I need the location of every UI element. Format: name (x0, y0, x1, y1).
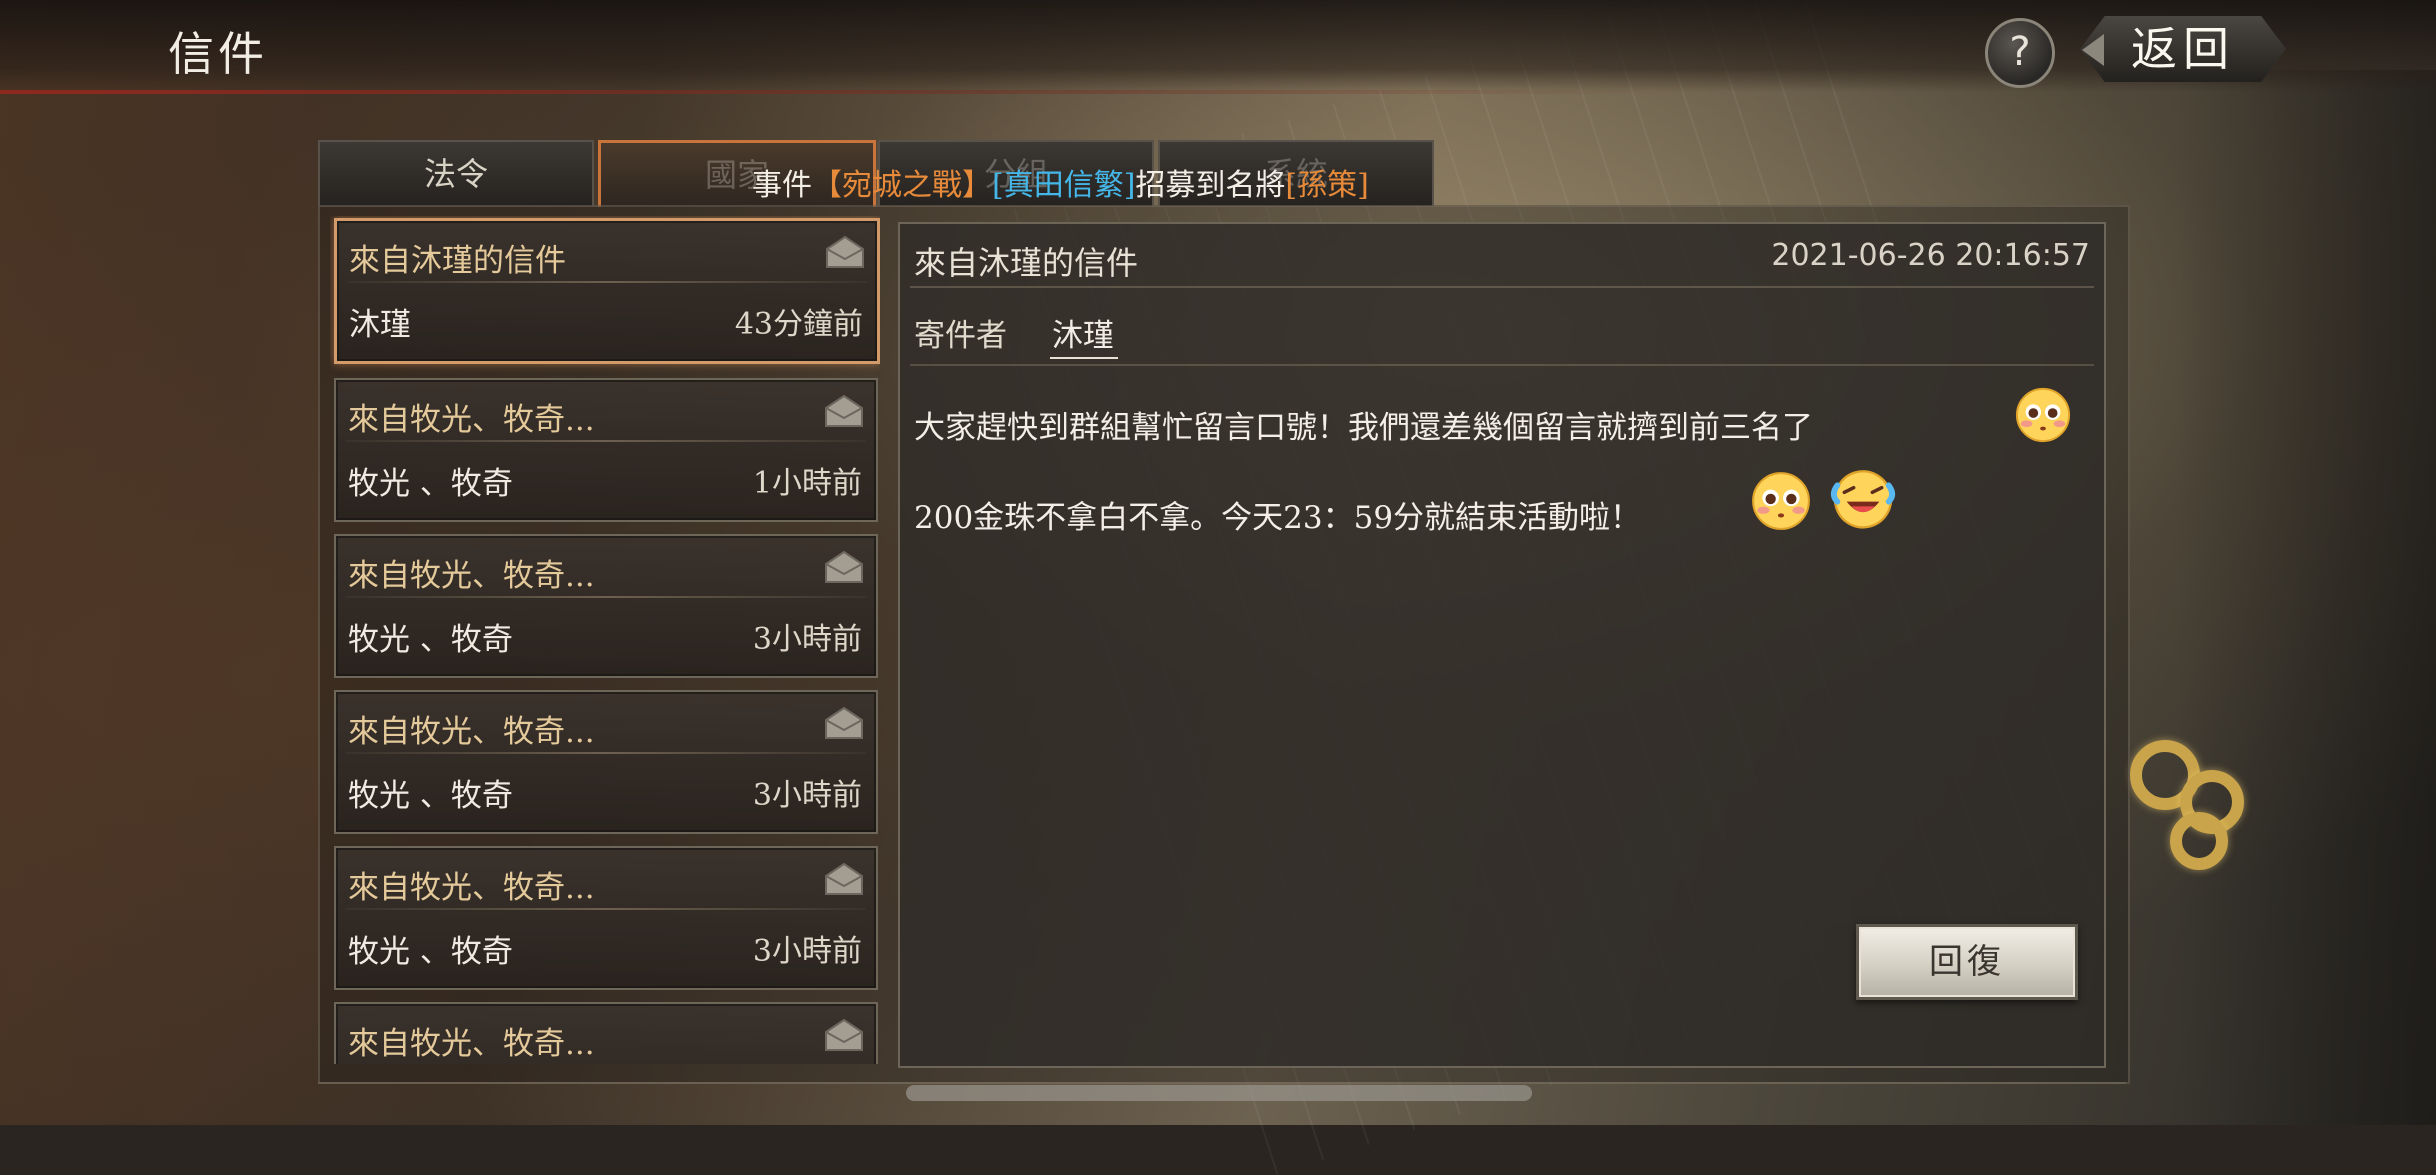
back-arrow-icon (2082, 34, 2104, 66)
envelope-icon (825, 550, 863, 583)
envelope-icon (825, 1018, 863, 1051)
background-shade (2176, 70, 2436, 1125)
mail-sender: 沐瑾 (349, 307, 411, 343)
detail-divider (910, 286, 2094, 288)
mail-sender: 牧光 、牧奇 (348, 778, 513, 814)
tab-decrees[interactable]: 法令 (318, 140, 594, 206)
mail-item[interactable]: 來自牧光、牧奇... 牧光 、牧奇 3小時前 (334, 846, 878, 990)
laughing-emoji-icon (1830, 470, 1896, 529)
back-button[interactable]: 返回 (2080, 16, 2286, 82)
mail-title: 來自牧光、牧奇... (348, 402, 595, 438)
mail-title: 來自牧光、牧奇... (348, 714, 595, 750)
mail-detail: 來自沐瑾的信件 2021-06-26 20:16:57 寄件者 沐瑾 大家趕快到… (898, 222, 2106, 1068)
mail-item[interactable]: 來自牧光、牧奇... 牧光 、牧奇 3小時前 (334, 534, 878, 678)
message-line: 200金珠不拿白不拿。今天23：59分就結束活動啦！ (914, 500, 1642, 536)
sender-label: 寄件者 (914, 318, 1007, 354)
mail-item[interactable]: 來自沐瑾的信件 沐瑾 43分鐘前 (334, 218, 880, 364)
message-line: 大家趕快到群組幫忙留言口號！我們還差幾個留言就擠到前三名了 (914, 410, 1813, 446)
reply-button[interactable]: 回復 (1856, 924, 2078, 1000)
ticker-action: 招募到名將 (1135, 168, 1286, 203)
top-bar (0, 0, 2436, 92)
mail-divider (346, 596, 866, 598)
mail-time: 1小時前 (752, 466, 862, 501)
mail-time: 3小時前 (752, 934, 862, 969)
mail-sender: 牧光 、牧奇 (348, 622, 513, 658)
blush-emoji-icon (2015, 387, 2071, 443)
ticker-event: 【宛城之戰】 (812, 168, 992, 203)
mail-item[interactable]: 來自牧光、牧奇... (334, 1002, 878, 1064)
help-icon: ? (2009, 29, 2031, 75)
mail-item[interactable]: 來自牧光、牧奇... 牧光 、牧奇 1小時前 (334, 378, 878, 522)
decor-coin (2170, 812, 2228, 870)
envelope-icon (825, 862, 863, 895)
announcement-ticker: 事件【宛城之戰】[真田信繁]招募到名將[孫策] (752, 160, 1369, 204)
sender-name-link[interactable]: 沐瑾 (1050, 310, 1118, 359)
mail-title: 來自牧光、牧奇... (348, 870, 595, 906)
mail-time: 3小時前 (752, 622, 862, 657)
envelope-icon (826, 235, 864, 268)
page-title: 信件 (168, 27, 268, 81)
mail-sender: 牧光 、牧奇 (348, 466, 513, 502)
mail-divider (346, 440, 866, 442)
top-bar-divider (0, 90, 2436, 94)
mail-list[interactable]: 來自沐瑾的信件 沐瑾 43分鐘前 來自牧光、牧奇... 牧光 、牧奇 1小時前 … (330, 216, 880, 1064)
mail-item[interactable]: 來自牧光、牧奇... 牧光 、牧奇 3小時前 (334, 690, 878, 834)
mail-sender: 牧光 、牧奇 (348, 934, 513, 970)
help-button[interactable]: ? (1985, 18, 2055, 88)
horizontal-scrollbar[interactable] (906, 1085, 1532, 1101)
envelope-icon (825, 706, 863, 739)
panel-bottom-divider (318, 1082, 2126, 1084)
mail-time: 3小時前 (752, 778, 862, 813)
mail-title: 來自牧光、牧奇... (348, 1026, 595, 1062)
mail-divider (346, 752, 866, 754)
mail-divider (347, 281, 867, 283)
detail-timestamp: 2021-06-26 20:16:57 (1771, 238, 2090, 273)
ticker-player: [真田信繁] (992, 168, 1136, 203)
detail-divider (910, 364, 2094, 366)
detail-title: 來自沐瑾的信件 (914, 244, 1139, 282)
mail-title: 來自牧光、牧奇... (348, 558, 595, 594)
blush-emoji-icon (1752, 472, 1810, 530)
ticker-prefix: 事件 (752, 168, 812, 203)
mail-title: 來自沐瑾的信件 (349, 243, 566, 279)
mail-divider (346, 908, 866, 910)
mail-time: 43分鐘前 (734, 307, 863, 342)
envelope-icon (825, 394, 863, 427)
ticker-general: [孫策] (1285, 168, 1369, 203)
